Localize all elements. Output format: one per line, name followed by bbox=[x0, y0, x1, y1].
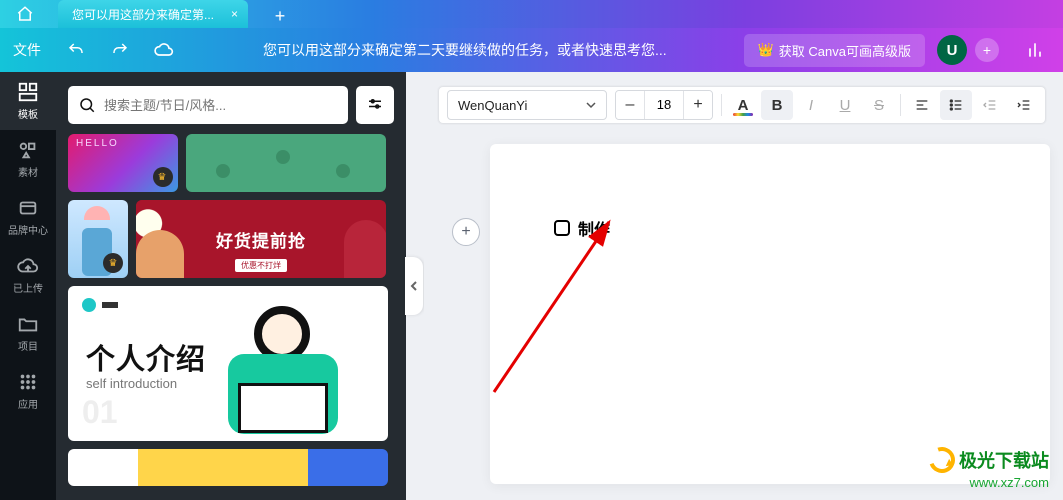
italic-button[interactable]: I bbox=[795, 90, 827, 120]
redo-button[interactable] bbox=[98, 28, 142, 72]
filter-button[interactable] bbox=[356, 86, 394, 124]
underline-button[interactable]: U bbox=[829, 90, 861, 120]
indent-button[interactable] bbox=[1008, 90, 1040, 120]
template-search-input[interactable] bbox=[104, 98, 338, 113]
strikethrough-button[interactable]: S bbox=[863, 90, 895, 120]
side-nav: 模板 素材 品牌中心 已上传 项目 应用 bbox=[0, 72, 56, 500]
share-plus-button[interactable]: + bbox=[975, 38, 999, 62]
checklist-text[interactable]: 制作 bbox=[578, 216, 610, 240]
watermark-url: www.xz7.com bbox=[929, 475, 1049, 490]
separator bbox=[900, 94, 901, 116]
watermark-brand: 极光下载站 bbox=[959, 447, 1049, 473]
document-tab-title: 您可以用这部分来确定第... bbox=[72, 6, 214, 23]
bullet-list-button[interactable] bbox=[940, 90, 972, 120]
app-header: 文件 您可以用这部分来确定第二天要继续做的任务，或者快速思考您... 👑 获取 … bbox=[0, 28, 1063, 72]
align-button[interactable] bbox=[906, 90, 938, 120]
cloud-sync-icon[interactable] bbox=[142, 28, 186, 72]
template-thumb-number: 01 bbox=[82, 394, 118, 431]
user-avatar[interactable]: U bbox=[937, 35, 967, 65]
nav-uploads-label: 已上传 bbox=[13, 280, 43, 295]
file-menu-button[interactable]: 文件 bbox=[0, 28, 54, 72]
bold-button[interactable]: B bbox=[761, 90, 793, 120]
nav-apps-label: 应用 bbox=[18, 396, 38, 411]
window-tabs-bar: 您可以用这部分来确定第... × + bbox=[0, 0, 1063, 28]
canvas-area[interactable]: WenQuanYi – 18 + A B I U S bbox=[424, 72, 1063, 500]
outdent-button[interactable] bbox=[974, 90, 1006, 120]
nav-templates-label: 模板 bbox=[18, 106, 38, 121]
upgrade-button[interactable]: 👑 获取 Canva可画高级版 bbox=[744, 34, 925, 67]
panel-collapse-handle[interactable] bbox=[406, 72, 424, 500]
home-tab[interactable] bbox=[0, 0, 50, 28]
close-tab-icon[interactable]: × bbox=[231, 7, 238, 21]
nav-templates[interactable]: 模板 bbox=[0, 72, 56, 130]
checkbox-icon[interactable] bbox=[554, 220, 570, 236]
font-size-stepper: – 18 + bbox=[615, 90, 713, 120]
undo-button[interactable] bbox=[54, 28, 98, 72]
text-toolbar: WenQuanYi – 18 + A B I U S bbox=[438, 86, 1046, 124]
nav-projects-label: 项目 bbox=[18, 338, 38, 353]
add-element-button[interactable]: + bbox=[452, 218, 480, 246]
upgrade-label: 获取 Canva可画高级版 bbox=[779, 41, 911, 60]
nav-apps[interactable]: 应用 bbox=[0, 362, 56, 420]
template-thumb-title: 个人介绍 bbox=[86, 336, 206, 378]
text-color-button[interactable]: A bbox=[727, 90, 759, 120]
template-thumb-subtitle: self introduction bbox=[86, 376, 177, 391]
nav-brand[interactable]: 品牌中心 bbox=[0, 188, 56, 246]
chevron-down-icon bbox=[586, 100, 596, 110]
font-size-decrease[interactable]: – bbox=[616, 90, 644, 120]
template-thumb-subtext: 优惠不打烊 bbox=[235, 259, 287, 272]
search-icon bbox=[78, 96, 96, 114]
checklist-item[interactable]: 制作 bbox=[554, 216, 610, 240]
nav-brand-label: 品牌中心 bbox=[8, 222, 48, 237]
nav-elements[interactable]: 素材 bbox=[0, 130, 56, 188]
analytics-icon[interactable] bbox=[1013, 28, 1057, 72]
separator bbox=[721, 94, 722, 116]
font-family-select[interactable]: WenQuanYi bbox=[447, 90, 607, 120]
chevron-left-icon bbox=[405, 257, 423, 315]
document-tab[interactable]: 您可以用这部分来确定第... × bbox=[58, 0, 248, 28]
font-family-value: WenQuanYi bbox=[458, 98, 527, 113]
template-card[interactable]: HELLO ♛ bbox=[68, 134, 178, 192]
watermark: 极光下载站 www.xz7.com bbox=[929, 447, 1049, 490]
canvas-page[interactable]: + 制作 bbox=[490, 144, 1050, 484]
template-card[interactable]: 好货提前抢 优惠不打烊 bbox=[136, 200, 386, 278]
nav-elements-label: 素材 bbox=[18, 164, 38, 179]
color-indicator bbox=[733, 113, 753, 116]
font-size-value[interactable]: 18 bbox=[644, 90, 684, 120]
font-size-increase[interactable]: + bbox=[684, 90, 712, 120]
template-list[interactable]: HELLO ♛ ♛ 好货提前抢 优惠不打烊 bbox=[68, 134, 394, 486]
templates-panel: HELLO ♛ ♛ 好货提前抢 优惠不打烊 bbox=[56, 72, 406, 500]
template-thumb-text: HELLO bbox=[76, 138, 119, 149]
nav-projects[interactable]: 项目 bbox=[0, 304, 56, 362]
text-color-letter: A bbox=[738, 97, 749, 114]
watermark-logo-icon bbox=[925, 443, 960, 478]
template-thumb-text: 好货提前抢 bbox=[216, 227, 306, 252]
document-title[interactable]: 您可以用这部分来确定第二天要继续做的任务，或者快速思考您... bbox=[186, 40, 744, 60]
template-card[interactable] bbox=[186, 134, 386, 192]
template-search[interactable] bbox=[68, 86, 348, 124]
premium-badge-icon: ♛ bbox=[103, 253, 123, 273]
template-card[interactable]: 个人介绍 self introduction 01 bbox=[68, 286, 388, 441]
template-card[interactable] bbox=[68, 449, 388, 486]
template-card[interactable]: ♛ bbox=[68, 200, 128, 278]
premium-badge-icon: ♛ bbox=[153, 167, 173, 187]
new-tab-button[interactable]: + bbox=[268, 4, 292, 28]
nav-uploads[interactable]: 已上传 bbox=[0, 246, 56, 304]
filter-icon bbox=[366, 96, 384, 114]
crown-icon: 👑 bbox=[758, 42, 774, 58]
